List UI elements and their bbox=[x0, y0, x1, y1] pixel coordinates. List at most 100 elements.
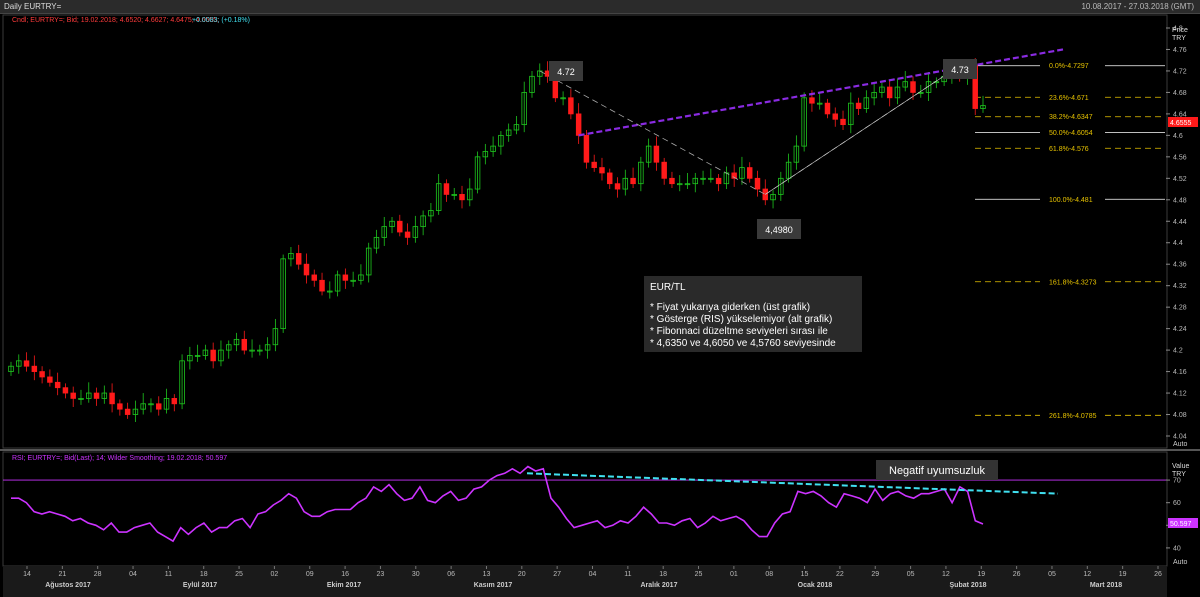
x-month-label: Mart 2018 bbox=[1090, 582, 1122, 589]
candle bbox=[124, 402, 131, 419]
rsi-axis-unit: TRY bbox=[1172, 471, 1186, 478]
x-tick-label: 08 bbox=[765, 571, 773, 578]
last-price-value: 4.6555 bbox=[1170, 120, 1192, 127]
price-auto-label[interactable]: Auto bbox=[1173, 441, 1188, 448]
rsi-last-value: 50.597 bbox=[1170, 521, 1192, 528]
note-line-2: * Gösterge (RIS) yükselemiyor (alt grafi… bbox=[650, 314, 832, 325]
candle bbox=[31, 355, 38, 381]
candle bbox=[156, 396, 162, 416]
price-tick-label: 4.08 bbox=[1173, 412, 1187, 419]
x-tick-label: 21 bbox=[58, 571, 66, 578]
x-tick-label: 19 bbox=[1119, 571, 1127, 578]
candle bbox=[39, 366, 45, 384]
candle bbox=[163, 388, 170, 414]
x-tick-label: 05 bbox=[907, 571, 915, 578]
candle bbox=[443, 179, 450, 202]
price-tick-label: 4.4 bbox=[1173, 240, 1183, 247]
candle bbox=[498, 131, 504, 155]
price-tick-label: 4.12 bbox=[1173, 391, 1187, 398]
candle bbox=[303, 253, 310, 284]
eurtry-chart[interactable]: 4.84.764.724.684.644.64.564.524.484.444.… bbox=[0, 0, 1200, 597]
candle bbox=[311, 269, 317, 287]
callout-low: 4,4980 bbox=[757, 219, 801, 239]
candle bbox=[70, 386, 76, 408]
candle bbox=[202, 344, 209, 360]
price-tick-label: 4.2 bbox=[1173, 348, 1183, 355]
x-tick-label: 15 bbox=[801, 571, 809, 578]
price-tick-label: 4.52 bbox=[1173, 176, 1187, 183]
candle bbox=[583, 130, 590, 169]
candle bbox=[591, 154, 597, 172]
fib-label: 50.0%-4.6054 bbox=[1049, 130, 1093, 137]
candle bbox=[708, 168, 714, 183]
candle bbox=[101, 385, 108, 404]
candle bbox=[700, 170, 706, 185]
x-tick-label: 18 bbox=[200, 571, 208, 578]
candle bbox=[295, 244, 302, 270]
candle bbox=[505, 123, 512, 142]
candle bbox=[840, 110, 846, 130]
candle bbox=[568, 89, 574, 120]
candle bbox=[824, 98, 831, 119]
candle bbox=[731, 164, 737, 187]
candle bbox=[482, 143, 489, 165]
candle bbox=[272, 318, 279, 352]
x-tick-label: 13 bbox=[483, 571, 491, 578]
candle bbox=[933, 77, 940, 89]
candle bbox=[762, 179, 769, 206]
candle bbox=[575, 103, 582, 144]
x-tick-label: 25 bbox=[695, 571, 703, 578]
callout-high-2: 4.73 bbox=[943, 59, 977, 79]
price-tick-label: 4.16 bbox=[1173, 369, 1187, 376]
x-tick-label: 30 bbox=[412, 571, 420, 578]
price-tick-label: 4.04 bbox=[1173, 434, 1187, 441]
candle bbox=[879, 82, 885, 98]
candle bbox=[871, 82, 877, 106]
x-month-label: Eylül 2017 bbox=[183, 582, 217, 589]
callout-high-1: 4.72 bbox=[549, 61, 583, 81]
candle bbox=[148, 398, 154, 413]
candle bbox=[630, 167, 636, 188]
candle bbox=[855, 97, 862, 115]
price-tick-label: 4.56 bbox=[1173, 154, 1187, 161]
x-tick-label: 01 bbox=[730, 571, 738, 578]
candle bbox=[801, 92, 807, 152]
candle bbox=[264, 337, 271, 359]
price-tick-label: 4.28 bbox=[1173, 305, 1187, 312]
x-month-label: Ağustos 2017 bbox=[45, 582, 91, 589]
candle bbox=[23, 352, 30, 372]
candle bbox=[638, 156, 644, 192]
candle bbox=[754, 170, 761, 197]
x-month-label: Ocak 2018 bbox=[798, 582, 833, 589]
candle bbox=[607, 168, 613, 190]
candle bbox=[467, 178, 473, 207]
fib-label: 100.0%-4.481 bbox=[1049, 197, 1093, 204]
candle bbox=[233, 332, 240, 352]
candle bbox=[692, 172, 699, 193]
price-legend-change: +0.0083; (+0.18%) bbox=[192, 17, 250, 24]
rsi-axis-title: Value bbox=[1172, 463, 1189, 470]
price-legend: Cndl; EURTRY=; Bid; 19.02.2018; 4.6520; … bbox=[12, 17, 219, 24]
candle bbox=[140, 393, 146, 415]
candle bbox=[241, 330, 248, 355]
x-tick-label: 25 bbox=[235, 571, 243, 578]
note-line-1: * Fiyat yukarıya giderken (üst grafik) bbox=[650, 302, 810, 313]
x-month-label: Ekim 2017 bbox=[327, 582, 361, 589]
x-tick-label: 28 bbox=[94, 571, 102, 578]
candle bbox=[537, 63, 543, 85]
x-tick-label: 09 bbox=[306, 571, 314, 578]
candle bbox=[109, 383, 115, 413]
price-tick-label: 4.68 bbox=[1173, 90, 1187, 97]
price-tick-label: 4.32 bbox=[1173, 283, 1187, 290]
candle bbox=[435, 174, 442, 215]
x-tick-label: 26 bbox=[1154, 571, 1162, 578]
candle bbox=[785, 153, 792, 183]
candle bbox=[257, 344, 263, 356]
rsi-auto-label[interactable]: Auto bbox=[1173, 559, 1188, 566]
candle bbox=[373, 229, 380, 254]
x-tick-label: 04 bbox=[129, 571, 137, 578]
candle bbox=[288, 247, 294, 267]
candle bbox=[746, 162, 753, 183]
candle bbox=[816, 93, 823, 110]
candle bbox=[529, 70, 535, 98]
